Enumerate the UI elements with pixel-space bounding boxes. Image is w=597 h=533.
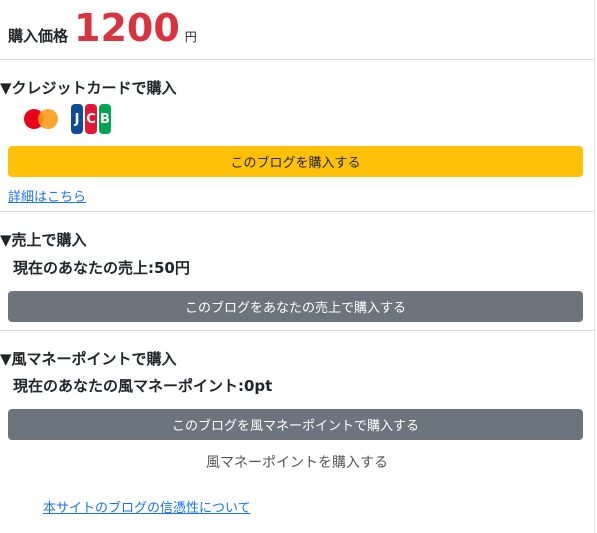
points-section-title: ▼風マネーポイントで購入 <box>0 350 177 368</box>
buy-with-points-button[interactable]: このブログを風マネーポイントで購入する <box>8 409 583 440</box>
price-label: 購入価格 <box>8 27 69 45</box>
jcb-letter-c: C <box>85 104 97 134</box>
price-row: 購入価格 1200 円 <box>8 8 197 52</box>
sales-balance: 現在のあなたの売上:50円 <box>13 259 190 277</box>
jcb-icon: J C B <box>70 104 112 134</box>
credit-section-title: ▼クレジットカードで購入 <box>0 79 177 97</box>
jcb-letter-j: J <box>71 104 83 134</box>
jcb-letter-b: B <box>99 104 111 134</box>
sales-section-title: ▼売上で購入 <box>0 231 87 249</box>
divider <box>0 211 594 212</box>
card-logos: J C B <box>22 104 112 134</box>
right-border <box>594 0 595 533</box>
trust-info-link[interactable]: 本サイトのブログの信憑性について <box>43 497 251 516</box>
divider <box>0 330 594 331</box>
details-link[interactable]: 詳細はこちら <box>8 186 86 205</box>
mastercard-icon <box>22 105 62 133</box>
price-value: 1200 <box>74 6 180 50</box>
buy-with-card-button[interactable]: このブログを購入する <box>8 146 583 177</box>
divider <box>0 59 594 60</box>
buy-points-link[interactable]: 風マネーポイントを購入する <box>0 452 594 472</box>
price-unit: 円 <box>184 30 197 44</box>
points-balance: 現在のあなたの風マネーポイント:0pt <box>13 377 273 395</box>
buy-with-sales-button[interactable]: このブログをあなたの売上で購入する <box>8 291 583 322</box>
